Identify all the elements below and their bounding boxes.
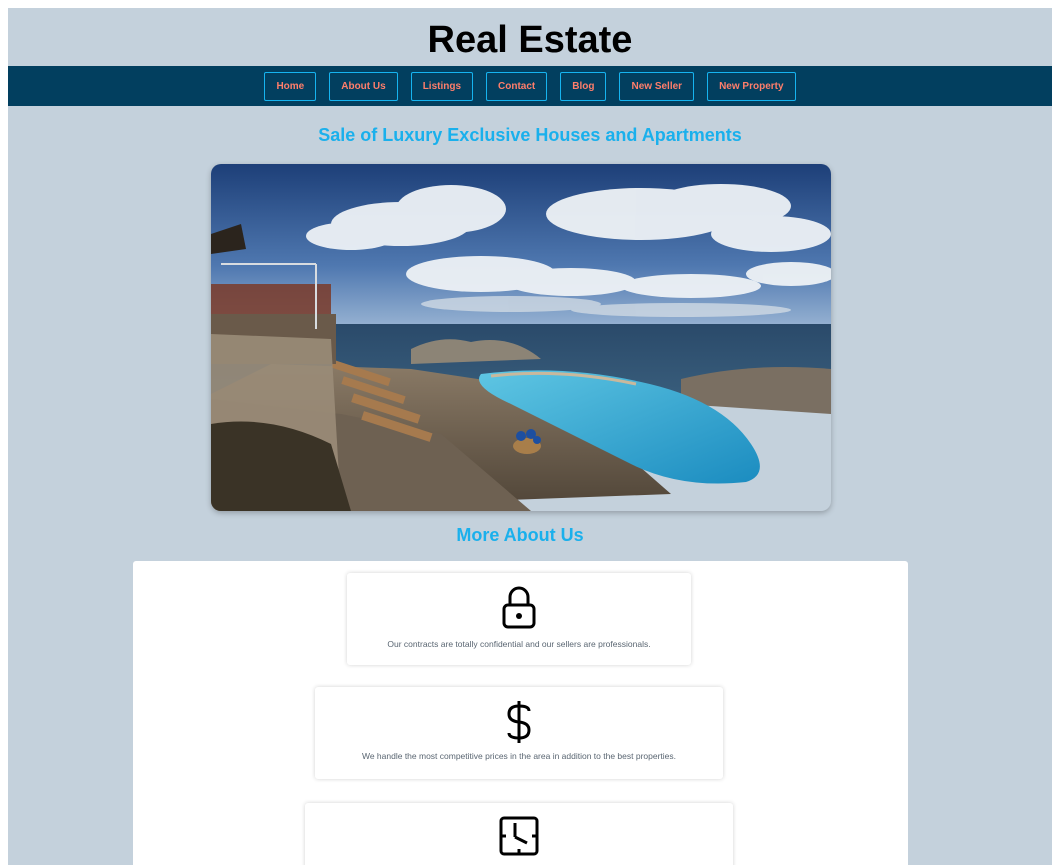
feature-card-time [305, 803, 733, 865]
feature-card-confidential: Our contracts are totally confidential a… [347, 573, 691, 665]
feature-text: We handle the most competitive prices in… [361, 751, 677, 761]
main-navbar: Home About Us Listings Contact Blog New … [8, 66, 1052, 106]
page: Real Estate Home About Us Listings Conta… [8, 8, 1052, 865]
nav-new-seller-button[interactable]: New Seller [619, 71, 695, 101]
dollar-icon [507, 701, 531, 743]
feature-text: Our contracts are totally confidential a… [387, 639, 651, 649]
feature-card-prices: We handle the most competitive prices in… [315, 687, 723, 779]
site-header: Real Estate [8, 8, 1052, 66]
nav-about-us-button[interactable]: About Us [329, 71, 398, 101]
hero-heading: Sale of Luxury Exclusive Houses and Apar… [318, 125, 742, 145]
hero-pool-image [211, 164, 831, 511]
about-heading: More About Us [456, 525, 584, 545]
nav-contact-button[interactable]: Contact [486, 71, 548, 101]
clock-icon [499, 816, 539, 856]
nav-new-property-button[interactable]: New Property [707, 71, 796, 101]
pool-scene-illustration [211, 164, 831, 511]
lock-icon [502, 586, 536, 629]
nav-listings-button[interactable]: Listings [410, 71, 474, 101]
nav-blog-button[interactable]: Blog [560, 71, 607, 101]
about-panel: Our contracts are totally confidential a… [133, 561, 908, 865]
nav-home-button[interactable]: Home [264, 71, 317, 101]
site-title: Real Estate [427, 19, 633, 61]
